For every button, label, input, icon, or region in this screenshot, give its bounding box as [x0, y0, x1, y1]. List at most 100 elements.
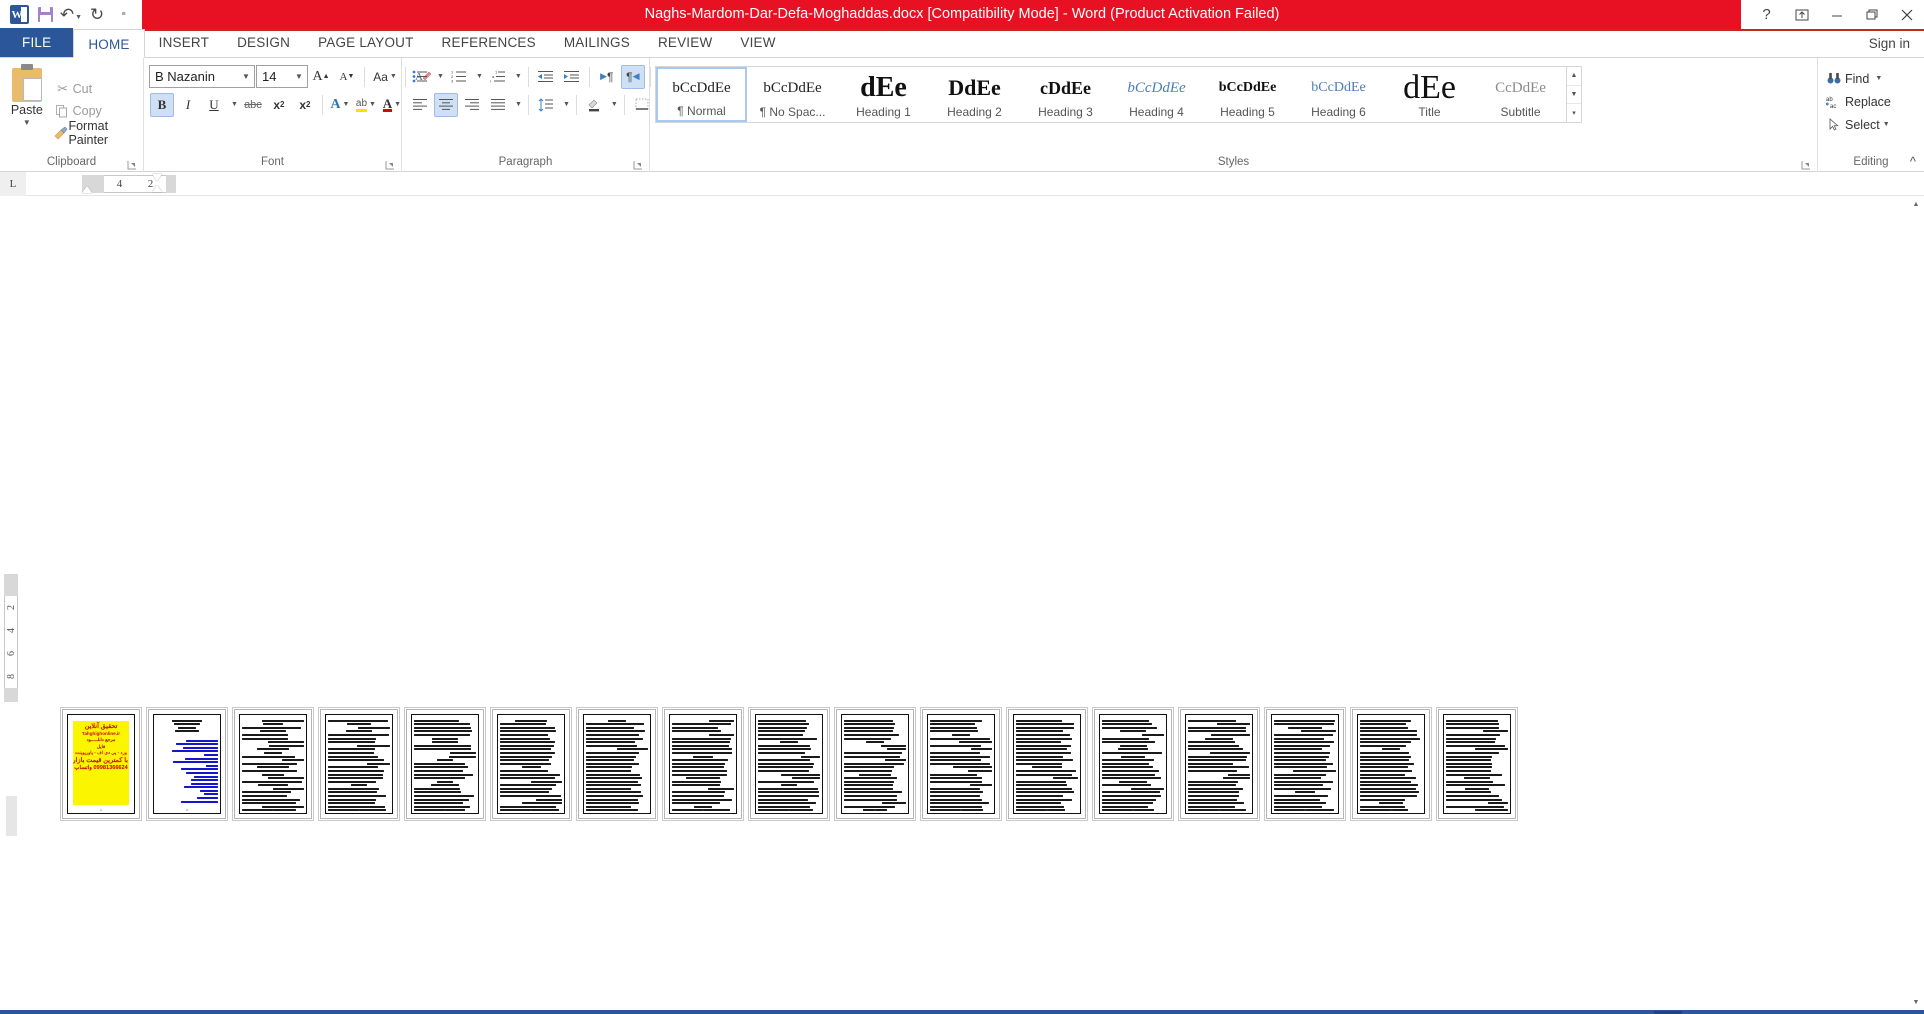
multilevel-list-icon[interactable]: 1ai: [486, 65, 510, 89]
right-to-left-icon[interactable]: ¶ ◀: [620, 64, 645, 89]
left-to-right-icon[interactable]: ▶ ¶: [595, 65, 619, 89]
paste-button[interactable]: Paste ▼: [5, 64, 49, 154]
decrease-indent-icon[interactable]: [534, 65, 558, 89]
toc-link-line[interactable]: [183, 786, 218, 789]
scroll-up-arrow-icon[interactable]: ▲: [1908, 196, 1924, 212]
toc-link-line[interactable]: [182, 746, 218, 749]
tab-mailings[interactable]: MAILINGS: [550, 28, 644, 57]
page-thumbnail[interactable]: 7: [578, 709, 656, 819]
page-thumbnail[interactable]: 17: [1438, 709, 1516, 819]
style-heading-2[interactable]: DdEe Heading 2: [929, 67, 1020, 122]
text-effects-button[interactable]: A ▼: [328, 93, 352, 117]
style-heading-4[interactable]: bCcDdEe Heading 4: [1111, 67, 1202, 122]
style-title[interactable]: dEe Title: [1384, 67, 1475, 122]
superscript-button[interactable]: x2: [293, 93, 317, 117]
undo-icon[interactable]: ↶ ▼: [58, 3, 84, 27]
paste-dropdown-caret-icon[interactable]: ▼: [23, 118, 31, 127]
page-thumbnail[interactable]: 5: [406, 709, 484, 819]
minimize-icon[interactable]: [1819, 0, 1854, 29]
replace-button[interactable]: ab ac Replace: [1823, 90, 1891, 113]
styles-dialog-launcher[interactable]: [1801, 160, 1811, 170]
toc-link-line[interactable]: [199, 789, 218, 792]
pages-container[interactable]: تحقیق آنلاین Tahghighonline.ir مرجع دانلــ…: [22, 196, 1924, 1010]
toc-link-line[interactable]: [190, 782, 218, 785]
justify-dropdown-caret-icon[interactable]: ▼: [512, 93, 523, 117]
justify-icon[interactable]: [486, 93, 510, 117]
underline-button[interactable]: U: [202, 93, 226, 117]
page-thumbnail[interactable]: 8: [664, 709, 742, 819]
ribbon-display-options-icon[interactable]: [1784, 0, 1819, 29]
redo-icon[interactable]: ↻: [84, 3, 110, 27]
tab-review[interactable]: REVIEW: [644, 28, 726, 57]
close-icon[interactable]: [1889, 0, 1924, 29]
toc-link-line[interactable]: [193, 775, 218, 778]
tab-page-layout[interactable]: PAGE LAYOUT: [304, 28, 427, 57]
subscript-button[interactable]: x2: [267, 93, 291, 117]
change-case-button[interactable]: Aa ▼: [370, 65, 400, 89]
underline-dropdown-caret-icon[interactable]: ▼: [228, 93, 239, 117]
multilevel-dropdown-caret-icon[interactable]: ▼: [512, 65, 523, 89]
italic-button[interactable]: I: [176, 93, 200, 117]
toc-link-line[interactable]: [181, 768, 218, 771]
toc-link-line[interactable]: [185, 739, 218, 742]
paragraph-dialog-launcher[interactable]: [633, 160, 643, 170]
style-heading-3[interactable]: cDdEe Heading 3: [1020, 67, 1111, 122]
vertical-ruler[interactable]: 2 4 6 8: [0, 196, 22, 1010]
line-spacing-dropdown-caret-icon[interactable]: ▼: [560, 93, 571, 117]
toc-link-line[interactable]: [175, 743, 218, 746]
save-icon[interactable]: [32, 3, 58, 27]
find-dropdown-caret-icon[interactable]: ▼: [1875, 75, 1882, 82]
strikethrough-button[interactable]: abc: [241, 93, 265, 117]
page-thumbnail[interactable]: 11: [922, 709, 1000, 819]
tab-insert[interactable]: INSERT: [145, 28, 223, 57]
font-color-button[interactable]: A ▼: [380, 93, 404, 117]
tab-view[interactable]: VIEW: [726, 28, 789, 57]
more-styles-icon[interactable]: ▾: [1567, 104, 1581, 122]
page-thumbnail[interactable]: 15: [1266, 709, 1344, 819]
style-heading-6[interactable]: bCcDdEe Heading 6: [1293, 67, 1384, 122]
toc-link-line[interactable]: [203, 753, 218, 756]
page-thumbnail[interactable]: 6: [492, 709, 570, 819]
tab-stop-selector[interactable]: L: [0, 171, 26, 196]
bullets-dropdown-caret-icon[interactable]: ▼: [434, 65, 445, 89]
font-size-caret-icon[interactable]: ▼: [291, 72, 307, 81]
vertical-scroll-thumb-left[interactable]: [6, 796, 17, 836]
scroll-up-icon[interactable]: ▲: [1567, 67, 1581, 86]
toc-link-line[interactable]: [184, 757, 218, 760]
numbering-icon[interactable]: 123: [447, 65, 471, 89]
page-thumbnail[interactable]: 16: [1352, 709, 1430, 819]
bullets-icon[interactable]: [408, 65, 432, 89]
toc-link-line[interactable]: [186, 771, 218, 774]
font-name-caret-icon[interactable]: ▼: [238, 72, 254, 81]
page-thumbnail[interactable]: 12: [1008, 709, 1086, 819]
sign-in-link[interactable]: Sign in: [1869, 29, 1910, 58]
scroll-down-arrow-icon[interactable]: ▼: [1908, 994, 1924, 1010]
styles-gallery-scrollbar[interactable]: ▲ ▼ ▾: [1567, 66, 1582, 123]
grow-font-button[interactable]: A ▲: [309, 65, 333, 89]
shrink-font-button[interactable]: A ▼: [335, 65, 359, 89]
align-center-icon[interactable]: [434, 92, 458, 117]
toc-link-line[interactable]: [197, 797, 218, 800]
toc-link-line[interactable]: [172, 750, 218, 753]
shading-icon[interactable]: [582, 93, 606, 117]
first-line-indent-marker[interactable]: [152, 174, 162, 181]
toc-link-line[interactable]: [180, 800, 218, 803]
vertical-scrollbar[interactable]: ▲ ▼: [1908, 196, 1924, 1010]
style-heading-1[interactable]: dEe Heading 1: [838, 67, 929, 122]
line-spacing-icon[interactable]: [534, 93, 558, 117]
font-dialog-launcher[interactable]: [385, 160, 395, 170]
font-name-combobox[interactable]: B Nazanin ▼: [149, 65, 255, 88]
collapse-ribbon-icon[interactable]: ^: [1910, 154, 1916, 169]
page-thumbnail[interactable]: تحقیق آنلاین Tahghighonline.ir مرجع دانلــ…: [62, 709, 140, 819]
left-indent-marker[interactable]: [82, 186, 92, 193]
toc-link-line[interactable]: [172, 761, 218, 764]
font-size-combobox[interactable]: 14 ▼: [256, 65, 308, 88]
page-thumbnail[interactable]: 4: [320, 709, 398, 819]
shading-dropdown-caret-icon[interactable]: ▼: [608, 93, 619, 117]
cut-button[interactable]: ✂ Cut: [49, 78, 138, 100]
select-dropdown-caret-icon[interactable]: ▼: [1883, 121, 1890, 128]
style-normal[interactable]: bCcDdEe ¶ Normal: [656, 67, 747, 122]
customize-qat-icon[interactable]: ≡: [110, 3, 136, 27]
align-right-icon[interactable]: [460, 93, 484, 117]
increase-indent-icon[interactable]: [560, 65, 584, 89]
